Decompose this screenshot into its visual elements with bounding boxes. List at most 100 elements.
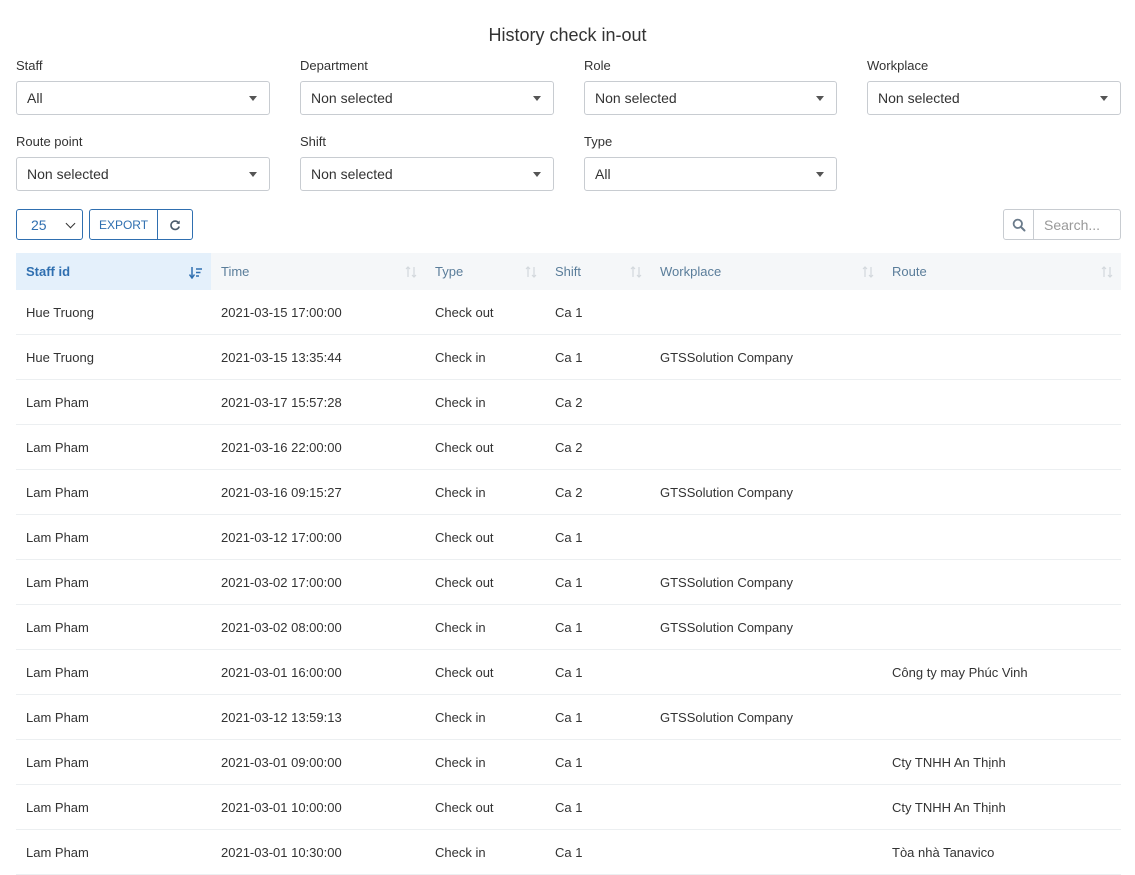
cell-workplace bbox=[650, 784, 882, 830]
cell-workplace bbox=[650, 829, 882, 875]
filter-workplace-label: Workplace bbox=[867, 58, 929, 73]
column-header-workplace[interactable]: Workplace bbox=[650, 253, 882, 290]
cell-staff-id: Lam Pham bbox=[16, 514, 211, 560]
cell-time: 2021-03-17 15:57:28 bbox=[211, 379, 425, 425]
column-header-route[interactable]: Route bbox=[882, 253, 1121, 290]
search-box bbox=[1003, 209, 1121, 240]
filter-shift: Shift Non selected bbox=[300, 133, 554, 191]
cell-route bbox=[882, 469, 1121, 515]
action-button-group: EXPORT bbox=[89, 209, 193, 240]
cell-time: 2021-03-12 17:00:00 bbox=[211, 514, 425, 560]
column-header-staff-id[interactable]: Staff id bbox=[16, 253, 211, 290]
export-button[interactable]: EXPORT bbox=[90, 210, 158, 239]
cell-workplace: GTSSolution Company bbox=[650, 469, 882, 515]
caret-down-icon bbox=[533, 96, 541, 101]
workplace-select[interactable]: Non selected bbox=[867, 81, 1121, 115]
cell-staff-id: Lam Pham bbox=[16, 739, 211, 785]
table-row[interactable]: Hue Truong 2021-03-15 17:00:00 Check out… bbox=[16, 290, 1121, 335]
route-point-select[interactable]: Non selected bbox=[16, 157, 270, 191]
cell-type: Check out bbox=[425, 784, 545, 830]
table-row[interactable]: Lam Pham 2021-03-16 22:00:00 Check out C… bbox=[16, 424, 1121, 470]
cell-shift: Ca 1 bbox=[545, 559, 650, 605]
cell-type: Check out bbox=[425, 424, 545, 470]
department-select[interactable]: Non selected bbox=[300, 81, 554, 115]
cell-shift: Ca 1 bbox=[545, 514, 650, 560]
table-row[interactable]: Lam Pham 2021-03-17 15:57:28 Check in Ca… bbox=[16, 379, 1121, 425]
cell-shift: Ca 1 bbox=[545, 649, 650, 695]
page-size-value: 25 bbox=[31, 216, 47, 233]
cell-time: 2021-03-12 13:59:13 bbox=[211, 694, 425, 740]
filter-staff-label: Staff bbox=[16, 58, 43, 73]
role-select[interactable]: Non selected bbox=[584, 81, 837, 115]
cell-type: Check in bbox=[425, 694, 545, 740]
caret-down-icon bbox=[249, 172, 257, 177]
cell-staff-id: Lam Pham bbox=[16, 694, 211, 740]
cell-time: 2021-03-16 22:00:00 bbox=[211, 424, 425, 470]
page-size-select[interactable]: 25 bbox=[16, 209, 83, 240]
cell-workplace bbox=[650, 739, 882, 785]
filter-route-point-label: Route point bbox=[16, 134, 83, 149]
shift-select[interactable]: Non selected bbox=[300, 157, 554, 191]
staff-select[interactable]: All bbox=[16, 81, 270, 115]
cell-staff-id: Lam Pham bbox=[16, 784, 211, 830]
table-row[interactable]: Lam Pham 2021-03-01 10:00:00 Check out C… bbox=[16, 784, 1121, 830]
table-row[interactable]: Lam Pham 2021-03-02 17:00:00 Check out C… bbox=[16, 559, 1121, 605]
cell-staff-id: Lam Pham bbox=[16, 379, 211, 425]
cell-shift: Ca 1 bbox=[545, 829, 650, 875]
cell-shift: Ca 2 bbox=[545, 379, 650, 425]
cell-staff-id: Lam Pham bbox=[16, 604, 211, 650]
table-row[interactable]: Lam Pham 2021-03-12 17:00:00 Check out C… bbox=[16, 514, 1121, 560]
cell-workplace bbox=[650, 424, 882, 470]
filter-role: Role Non selected bbox=[584, 57, 837, 115]
filter-workplace: Workplace Non selected bbox=[867, 57, 1121, 115]
column-header-label: Route bbox=[892, 264, 927, 279]
search-input[interactable] bbox=[1034, 210, 1120, 239]
role-select-value: Non selected bbox=[595, 90, 677, 106]
cell-type: Check in bbox=[425, 829, 545, 875]
table-row[interactable]: Lam Pham 2021-03-01 10:30:00 Check in Ca… bbox=[16, 829, 1121, 875]
cell-shift: Ca 1 bbox=[545, 694, 650, 740]
cell-route bbox=[882, 694, 1121, 740]
refresh-button[interactable] bbox=[158, 210, 192, 239]
cell-type: Check in bbox=[425, 334, 545, 380]
table-row[interactable]: Hue Truong 2021-03-15 13:35:44 Check in … bbox=[16, 334, 1121, 380]
column-header-time[interactable]: Time bbox=[211, 253, 425, 290]
type-select[interactable]: All bbox=[584, 157, 837, 191]
cell-workplace: GTSSolution Company bbox=[650, 604, 882, 650]
table-row[interactable]: Lam Pham 2021-03-01 09:00:00 Check in Ca… bbox=[16, 739, 1121, 785]
column-header-label: Shift bbox=[555, 264, 582, 279]
search-button[interactable] bbox=[1004, 210, 1034, 239]
column-header-type[interactable]: Type bbox=[425, 253, 545, 290]
cell-route bbox=[882, 514, 1121, 560]
column-header-label: Workplace bbox=[660, 264, 722, 279]
table-row[interactable]: Lam Pham 2021-03-01 16:00:00 Check out C… bbox=[16, 649, 1121, 695]
cell-type: Check out bbox=[425, 290, 545, 335]
table-row[interactable]: Lam Pham 2021-03-16 09:15:27 Check in Ca… bbox=[16, 469, 1121, 515]
column-header-shift[interactable]: Shift bbox=[545, 253, 650, 290]
table-row[interactable]: Lam Pham 2021-03-02 08:00:00 Check in Ca… bbox=[16, 604, 1121, 650]
cell-shift: Ca 2 bbox=[545, 469, 650, 515]
cell-staff-id: Lam Pham bbox=[16, 469, 211, 515]
cell-route bbox=[882, 379, 1121, 425]
filter-type-label: Type bbox=[584, 134, 613, 149]
sort-icon bbox=[630, 266, 642, 278]
cell-route: Tòa nhà Tanavico bbox=[882, 829, 1121, 875]
cell-staff-id: Lam Pham bbox=[16, 424, 211, 470]
cell-route bbox=[882, 290, 1121, 335]
cell-type: Check in bbox=[425, 604, 545, 650]
table-row[interactable]: Lam Pham 2021-03-12 13:59:13 Check in Ca… bbox=[16, 694, 1121, 740]
chevron-down-icon bbox=[65, 218, 76, 229]
sort-icon bbox=[1101, 266, 1113, 278]
sort-icon bbox=[405, 266, 417, 278]
cell-workplace bbox=[650, 514, 882, 560]
cell-shift: Ca 1 bbox=[545, 290, 650, 335]
shift-select-value: Non selected bbox=[311, 166, 393, 182]
cell-staff-id: Lam Pham bbox=[16, 649, 211, 695]
type-select-value: All bbox=[595, 166, 611, 182]
caret-down-icon bbox=[816, 172, 824, 177]
caret-down-icon bbox=[1100, 96, 1108, 101]
table-header-row: Staff id Time Type Shift Workplace Route bbox=[16, 253, 1121, 290]
cell-route: Cty TNHH An Thịnh bbox=[882, 784, 1121, 830]
cell-workplace: GTSSolution Company bbox=[650, 559, 882, 605]
cell-time: 2021-03-01 10:30:00 bbox=[211, 829, 425, 875]
